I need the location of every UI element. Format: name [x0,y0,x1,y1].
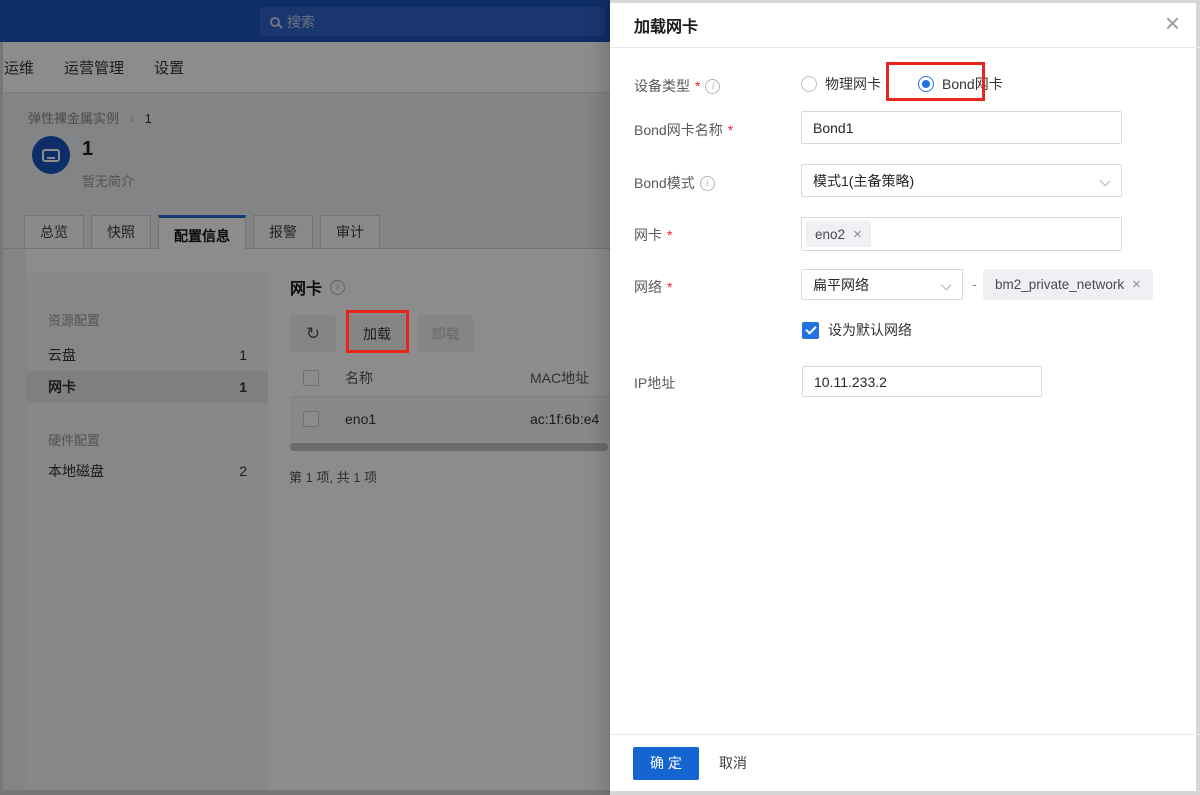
required-mark: * [728,122,733,138]
bond-mode-value: 模式1(主备策略) [813,171,914,191]
window-edge-right [1196,0,1200,795]
radio-bond-nic[interactable] [918,76,934,92]
network-type-select[interactable]: 扁平网络 [801,269,963,300]
nic-tag: eno2 × [806,221,871,247]
default-network-checkbox[interactable] [802,322,819,339]
bond-name-input[interactable] [801,111,1122,144]
required-mark: * [695,78,700,94]
chevron-down-icon [1100,176,1111,187]
field-label-nic: 网卡 * [634,225,672,245]
field-label-network: 网络 * [634,277,672,297]
modal-header: 加载网卡 [610,3,1200,48]
nic-tag-label: eno2 [815,227,845,242]
tag-remove-icon[interactable]: × [1132,277,1141,292]
label-text: Bond网卡名称 [634,120,723,140]
radio-label-bond-nic[interactable]: Bond网卡 [942,74,1003,94]
chevron-down-icon [941,280,952,291]
label-text: 网卡 [634,225,662,245]
label-text: IP地址 [634,373,675,393]
radio-label-physical-nic[interactable]: 物理网卡 [825,74,881,94]
info-icon[interactable]: i [700,176,715,191]
modal-title: 加载网卡 [634,13,698,37]
network-tag-label: bm2_private_network [995,277,1124,292]
network-type-value: 扁平网络 [813,275,869,295]
field-label-bond-mode: Bond模式 i [634,173,715,193]
field-label-bond-name: Bond网卡名称 * [634,120,733,140]
confirm-button[interactable]: 确 定 [633,747,699,780]
default-network-option: 设为默认网络 [802,320,912,340]
tag-remove-icon[interactable]: × [853,227,862,242]
screen: 运维 运营管理 设置 弹性裸金属实例 › 1 1 暂无简介 总览 快照 配置信息… [0,0,1200,795]
load-nic-modal: 加载网卡 × 设备类型 * i 物理网卡 Bond网卡 Bond网卡名称 * B… [610,0,1200,795]
field-label-ip: IP地址 [634,373,675,393]
network-joiner: - [972,276,977,292]
modal-footer: 确 定 取消 [610,734,1200,791]
nic-multiselect[interactable]: eno2 × [801,217,1122,251]
label-text: 网络 [634,277,662,297]
required-mark: * [667,227,672,243]
required-mark: * [667,279,672,295]
radio-physical-nic[interactable] [801,76,817,92]
bond-mode-select[interactable]: 模式1(主备策略) [801,164,1122,197]
device-type-radio-group: 物理网卡 Bond网卡 [801,74,1003,94]
field-label-device-type: 设备类型 * i [634,76,720,96]
cancel-button[interactable]: 取消 [719,753,747,773]
close-icon[interactable]: × [1165,8,1180,38]
default-network-label[interactable]: 设为默认网络 [828,320,912,340]
label-text: Bond模式 [634,173,695,193]
ip-address-input[interactable] [802,366,1042,397]
label-text: 设备类型 [634,76,690,96]
window-edge-bottom-right [610,791,1200,795]
network-tag: bm2_private_network × [983,269,1153,300]
info-icon[interactable]: i [705,79,720,94]
